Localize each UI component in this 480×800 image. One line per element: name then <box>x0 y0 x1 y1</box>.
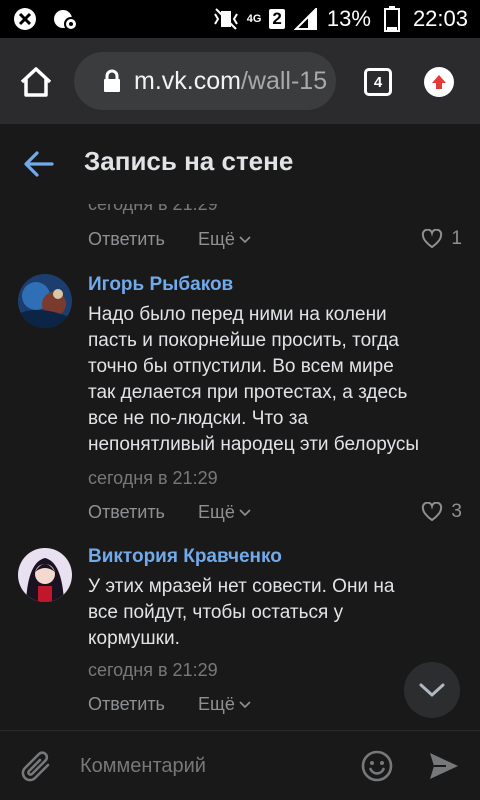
like-count: 3 <box>451 501 462 522</box>
like-count: 1 <box>451 228 462 249</box>
comment-time: сегодня в 21:29 <box>88 660 218 680</box>
heart-icon <box>422 502 443 522</box>
back-button[interactable] <box>22 148 56 180</box>
lock-icon <box>104 69 120 92</box>
status-bar: 4G 2 13% 22:03 <box>0 0 480 38</box>
notification-x-icon <box>12 6 38 32</box>
comments-list: сегодня в 21:29 Ответить Ещё 1 Игорь Рыб… <box>0 204 480 730</box>
chevron-down-icon <box>239 235 251 243</box>
tab-count: 4 <box>373 73 383 91</box>
send-icon <box>430 753 458 779</box>
more-label: Ещё <box>198 694 235 714</box>
browser-toolbar: m.vk.com/wall-15 4 <box>0 38 480 124</box>
comment-time: сегодня в 21:29 <box>88 468 218 488</box>
address-bar[interactable]: m.vk.com/wall-15 <box>74 52 336 110</box>
chevron-down-icon <box>239 508 251 516</box>
signal-icon <box>293 6 319 32</box>
comment-composer <box>0 730 480 800</box>
comment-text: Надо было перед ними на колени пасть и п… <box>88 304 420 455</box>
chevron-down-icon <box>239 700 251 708</box>
attach-button[interactable] <box>20 749 54 785</box>
sim-slot-badge: 2 <box>269 9 285 29</box>
chevron-down-icon <box>419 683 445 697</box>
smiley-icon <box>361 750 393 782</box>
url-text: m.vk.com/wall-15 <box>134 67 327 96</box>
paperclip-icon <box>21 751 50 782</box>
more-button[interactable]: Ещё <box>198 694 251 715</box>
url-path: /wall-15 <box>240 66 328 95</box>
reply-button[interactable]: Ответить <box>88 694 165 715</box>
battery-icon <box>379 6 405 32</box>
comment-time: сегодня в 21:29 <box>88 204 218 214</box>
tab-switcher-button[interactable]: 4 <box>364 68 392 96</box>
avatar[interactable] <box>18 274 72 328</box>
network-type-label: 4G <box>246 13 262 25</box>
more-label: Ещё <box>198 229 235 249</box>
battery-percent: 13% <box>326 6 371 31</box>
reply-button[interactable]: Ответить <box>88 502 165 523</box>
notification-settings-icon <box>52 6 78 32</box>
scroll-down-button[interactable] <box>404 662 460 718</box>
emoji-button[interactable] <box>360 749 394 783</box>
arrow-up-icon <box>432 75 446 89</box>
reply-button[interactable]: Ответить <box>88 229 165 250</box>
page-header: Запись на стене <box>0 124 480 204</box>
clock: 22:03 <box>412 6 468 31</box>
arrow-left-icon <box>24 151 54 177</box>
mute-vibrate-icon <box>213 6 239 32</box>
update-button[interactable] <box>424 67 454 97</box>
comment-input[interactable] <box>80 749 350 783</box>
like-button[interactable]: 3 <box>421 501 462 523</box>
comment-author[interactable]: Игорь Рыбаков <box>88 274 233 296</box>
comment-author[interactable]: Виктория Кравченко <box>88 546 282 568</box>
home-button[interactable] <box>16 62 56 102</box>
home-icon <box>20 67 52 97</box>
heart-icon <box>422 229 443 249</box>
send-button[interactable] <box>428 751 460 781</box>
more-button[interactable]: Ещё <box>198 502 251 523</box>
comment-text: У этих мразей нет совести. Они на все по… <box>88 576 395 649</box>
more-button[interactable]: Ещё <box>198 229 251 250</box>
page-title: Запись на стене <box>84 146 294 176</box>
avatar[interactable] <box>18 548 72 602</box>
like-button[interactable]: 1 <box>421 228 462 250</box>
more-label: Ещё <box>198 502 235 522</box>
url-host: m.vk.com <box>134 66 241 95</box>
